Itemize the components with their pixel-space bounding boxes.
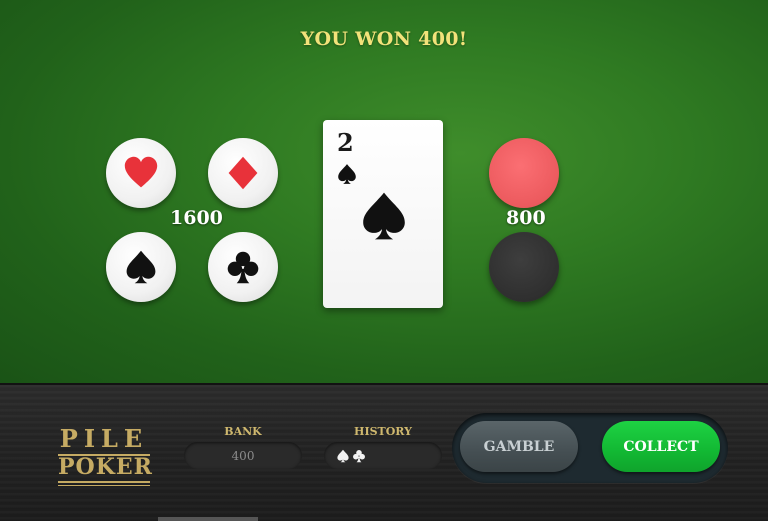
gamble-button[interactable]: GAMBLE — [460, 421, 578, 472]
bank-display: 400 — [184, 442, 302, 469]
spade-icon — [337, 449, 349, 462]
spade-icon — [126, 250, 156, 284]
action-button-group: GAMBLE COLLECT — [452, 413, 728, 483]
club-icon — [227, 251, 259, 284]
diamonds-button[interactable] — [208, 138, 278, 208]
hearts-button[interactable] — [106, 138, 176, 208]
history-label: HISTORY — [354, 425, 412, 438]
logo-rule — [58, 481, 150, 483]
collect-button[interactable]: COLLECT — [602, 421, 720, 472]
playing-card: 2 — [323, 120, 443, 308]
clubs-button[interactable] — [208, 232, 278, 302]
club-icon — [353, 449, 365, 462]
game-table: YOU WON 400! 1600 2 800 — [0, 0, 768, 383]
red-color-button[interactable] — [489, 138, 559, 208]
bank-label: BANK — [224, 425, 262, 438]
card-rank: 2 — [337, 128, 354, 157]
logo-line2: POKER — [58, 454, 153, 480]
logo-rule — [58, 485, 150, 486]
diamond-icon — [228, 156, 258, 190]
control-panel: PILE POKER BANK 400 HISTORY GAMBLE COLLE… — [0, 383, 768, 521]
horizontal-scrollbar[interactable] — [158, 517, 258, 521]
color-bet-value: 800 — [506, 207, 546, 229]
spade-icon — [338, 164, 356, 184]
spades-button[interactable] — [106, 232, 176, 302]
logo-line1: PILE — [59, 424, 149, 453]
spade-icon — [363, 192, 405, 240]
win-message: YOU WON 400! — [300, 28, 468, 50]
black-color-button[interactable] — [489, 232, 559, 302]
heart-icon — [124, 156, 158, 188]
pile-poker-logo: PILE POKER — [58, 424, 153, 486]
history-display — [324, 442, 442, 469]
suit-bet-value: 1600 — [170, 207, 223, 229]
